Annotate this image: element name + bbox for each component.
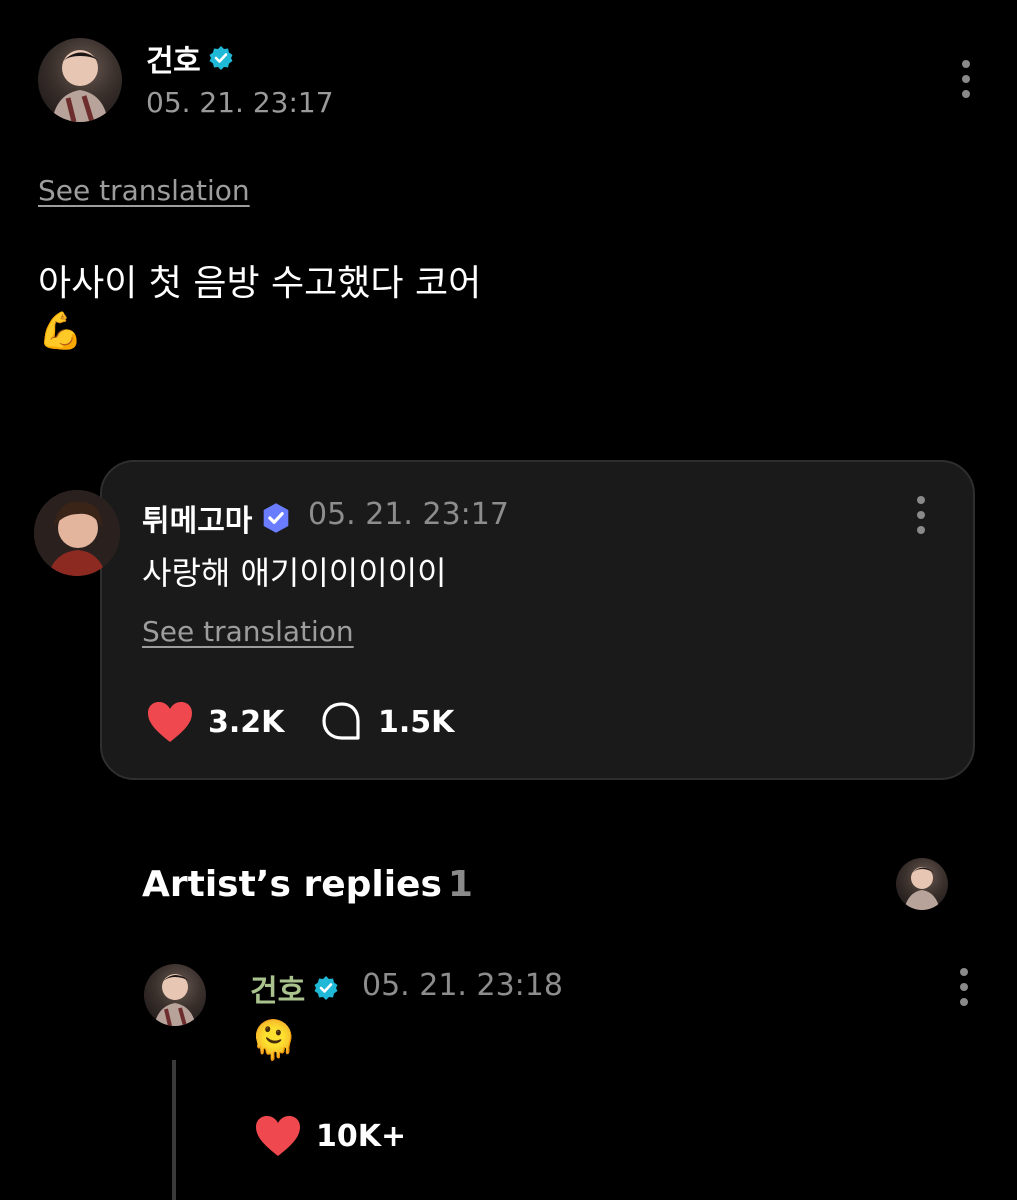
comment-date: 05. 21. 23:17 (308, 497, 509, 532)
reply-date: 05. 21. 23:18 (362, 968, 563, 1003)
reply-like-count: 10K+ (316, 1118, 407, 1154)
author-avatar[interactable] (38, 38, 122, 122)
author-name[interactable]: 건호 (146, 36, 201, 80)
more-options-icon[interactable] (960, 60, 972, 98)
reply-author-header[interactable]: 건호 (250, 966, 339, 1010)
post-body: 아사이 첫 음방 수고했다 코어 💪 (38, 260, 481, 356)
reply-author-name[interactable]: 건호 (250, 966, 305, 1010)
comment-more-options-icon[interactable] (915, 496, 927, 534)
reply-more-options-icon[interactable] (958, 968, 970, 1006)
commenter-avatar[interactable] (34, 490, 120, 576)
post-detail-screen: 건호 05. 21. 23:17 See translation 아사이 첫 음… (0, 0, 1017, 1200)
comment-reply-count: 1.5K (378, 704, 455, 740)
reply-thread-line (172, 1060, 176, 1200)
comment-reply-button[interactable]: 1.5K (320, 700, 454, 744)
melting-face-emoji: 🫠 (250, 1018, 298, 1062)
reply-heart-icon (256, 1116, 300, 1156)
reply-author-avatar[interactable] (144, 964, 206, 1026)
see-translation-link[interactable]: See translation (38, 174, 250, 207)
post-text: 아사이 첫 음방 수고했다 코어 (38, 263, 482, 304)
artist-replies-avatar[interactable] (896, 858, 948, 910)
comment-like-count: 3.2K (208, 704, 285, 740)
reply-like-button[interactable]: 10K+ (254, 1114, 406, 1158)
heart-icon (148, 702, 192, 742)
artist-replies-count: 1 (447, 864, 473, 905)
verified-badge-icon (209, 46, 233, 70)
artist-replies-title: Artist’s replies (142, 864, 442, 905)
commenter-header[interactable]: 튀메고마 (142, 496, 292, 540)
comment-bubble-icon (322, 702, 360, 740)
flexed-biceps-emoji: 💪 (38, 311, 83, 352)
comment-text: 사랑해 애기이이이이이 (142, 554, 447, 592)
commenter-name[interactable]: 튀메고마 (142, 496, 252, 540)
fan-verified-badge-icon (264, 503, 289, 533)
author-header[interactable]: 건호 (146, 36, 234, 80)
comment-like-button[interactable]: 3.2K (146, 700, 284, 744)
comment-see-translation-link[interactable]: See translation (142, 615, 354, 648)
reply-verified-badge-icon (314, 976, 338, 1000)
artist-replies-heading: Artist’s replies 1 (142, 864, 473, 905)
post-date: 05. 21. 23:17 (146, 86, 334, 119)
